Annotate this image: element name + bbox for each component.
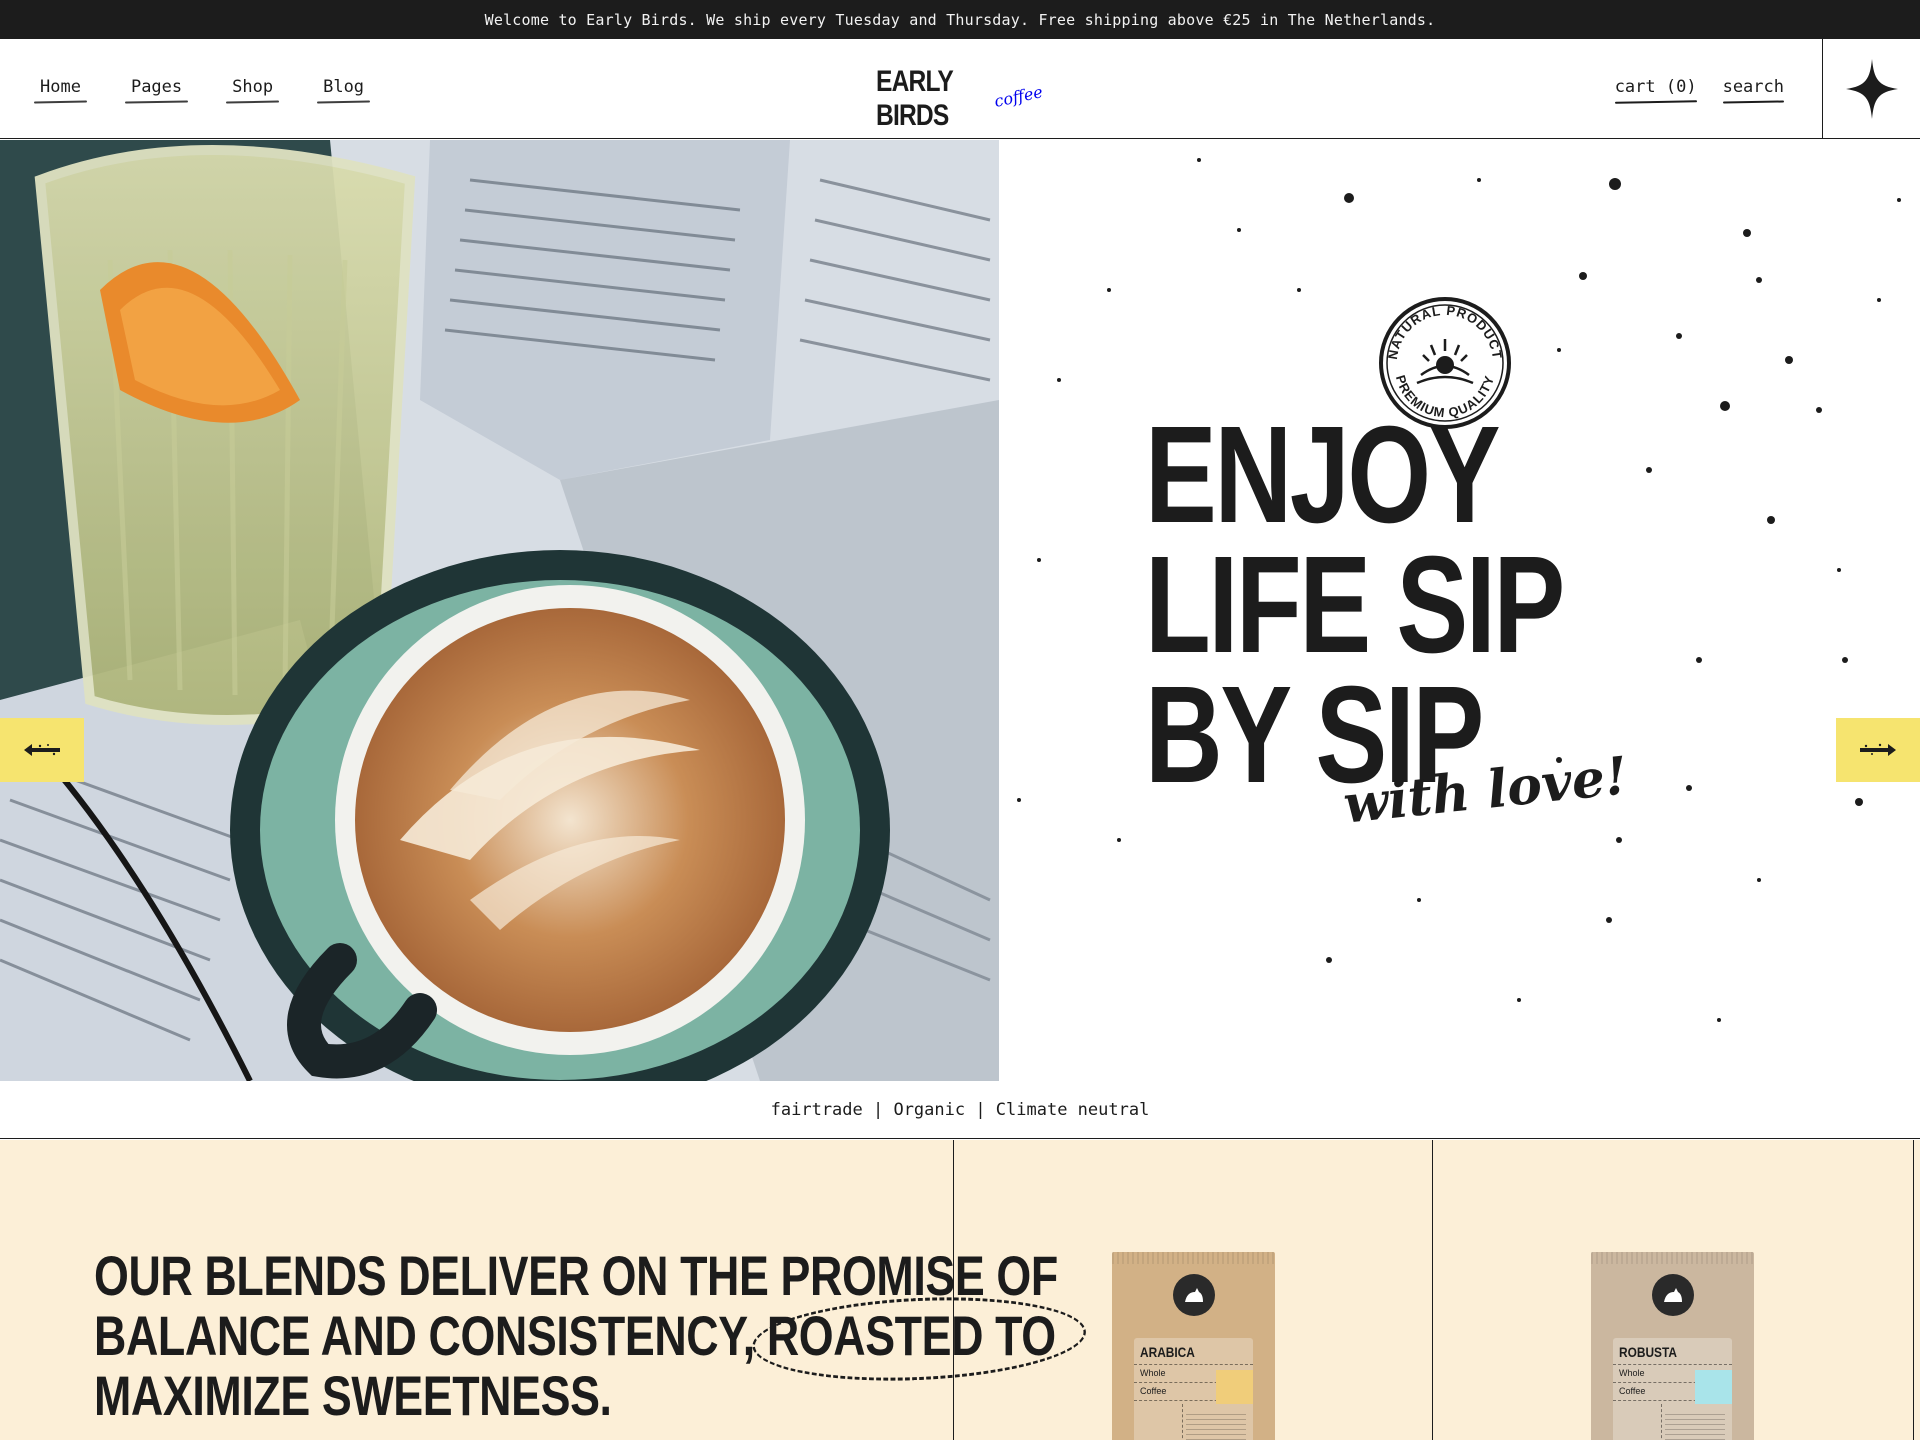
blends-heading: OUR BLENDS DELIVER ON THE PROMISE OF BAL… [94, 1246, 1058, 1426]
bird-logo-icon [1652, 1274, 1694, 1316]
product-name: ROBUSTA [1619, 1344, 1677, 1360]
product-swatch [1695, 1370, 1732, 1404]
product-name: ARABICA [1140, 1344, 1195, 1360]
product-bag-image: ROBUSTA Whole Coffee [1591, 1252, 1754, 1440]
product-card-robusta[interactable]: ROBUSTA Whole Coffee [1434, 1140, 1914, 1440]
site-header: Home Pages Shop Blog EARLY BIRDS coffee … [0, 39, 1920, 139]
nav-home-link[interactable]: Home [36, 77, 85, 101]
nav-shop-link[interactable]: Shop [228, 77, 277, 101]
product-line2: Coffee [1140, 1386, 1167, 1396]
cart-link[interactable]: cart (0) [1615, 77, 1697, 101]
product-swatch [1216, 1370, 1253, 1404]
slider-prev-button[interactable] [0, 718, 84, 782]
blends-heading-line-2a: BALANCE AND CONSISTENCY, [94, 1304, 767, 1367]
slider-next-button[interactable] [1836, 718, 1920, 782]
bird-arrow-right-icon [1860, 743, 1896, 756]
hero-headline-line-1: ENJOY [1145, 398, 1501, 552]
nav-pages-link[interactable]: Pages [127, 77, 186, 101]
announcement-text: Welcome to Early Birds. We ship every Tu… [484, 10, 1436, 29]
header-actions: cart (0) search [1615, 39, 1784, 139]
blends-heading-line-2: BALANCE AND CONSISTENCY, ROASTED TO [94, 1306, 1058, 1366]
hero-section: NATURAL PRODUCT PREMIUM QUALITY ENJOY LI… [0, 140, 1920, 1081]
hero-headline-line-2: LIFE SIP [1145, 528, 1565, 682]
product-line2: Coffee [1619, 1386, 1646, 1396]
product-bag-image: ARABICA Whole Coffee [1112, 1252, 1275, 1440]
product-label: ROBUSTA Whole Coffee [1613, 1338, 1732, 1440]
four-point-star-icon [1845, 59, 1898, 119]
nav-blog-link[interactable]: Blog [319, 77, 368, 101]
bird-arrow-left-icon [24, 744, 60, 756]
main-nav: Home Pages Shop Blog [36, 39, 368, 139]
blends-heading-line-1: OUR BLENDS DELIVER ON THE PROMISE OF [94, 1244, 1058, 1307]
features-text: fairtrade | Organic | Climate neutral [770, 1100, 1150, 1120]
coffee-table-illustration [0, 140, 999, 1081]
product-line1: Whole [1140, 1368, 1166, 1378]
blends-intro: OUR BLENDS DELIVER ON THE PROMISE OF BAL… [0, 1140, 1058, 1440]
announcement-bar: Welcome to Early Birds. We ship every Tu… [0, 0, 1920, 39]
menu-toggle-button[interactable] [1822, 39, 1920, 139]
hero-text-panel: NATURAL PRODUCT PREMIUM QUALITY ENJOY LI… [999, 140, 1920, 1081]
blends-section: OUR BLENDS DELIVER ON THE PROMISE OF BAL… [0, 1140, 1920, 1440]
product-label: ARABICA Whole Coffee [1134, 1338, 1253, 1440]
site-logo[interactable]: EARLY BIRDS coffee [876, 65, 1056, 132]
product-card-arabica[interactable]: ARABICA Whole Coffee [955, 1140, 1433, 1440]
product-line1: Whole [1619, 1368, 1645, 1378]
search-link[interactable]: search [1723, 77, 1784, 101]
features-strip: fairtrade | Organic | Climate neutral [0, 1082, 1920, 1139]
bird-logo-icon [1173, 1274, 1215, 1316]
hero-coffee-photo [0, 140, 999, 1081]
hero-headline: ENJOY LIFE SIP BY SIP [1145, 398, 1565, 804]
